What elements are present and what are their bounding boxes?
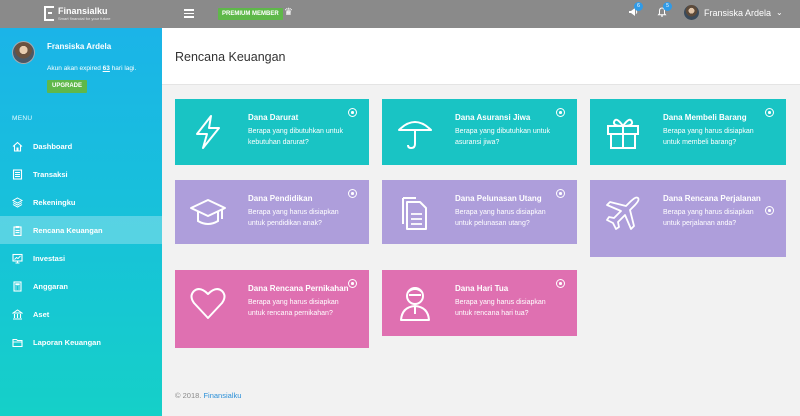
avatar bbox=[684, 5, 699, 20]
sidebar-item-label: Transaksi bbox=[33, 169, 68, 179]
clipboard-icon bbox=[12, 225, 23, 236]
lightning-icon bbox=[189, 113, 227, 151]
card-title: Dana Pelunasan Utang bbox=[455, 194, 542, 203]
menu-heading: MENU bbox=[12, 115, 33, 122]
sidebar-item-investasi[interactable]: Investasi bbox=[0, 244, 162, 272]
top-navbar: Finansialku Smart financial for your fut… bbox=[0, 0, 800, 28]
gear-icon[interactable] bbox=[765, 206, 774, 215]
logo-text: Finansialku bbox=[58, 5, 108, 16]
sidebar-item-label: Laporan Keuangan bbox=[33, 337, 101, 347]
logo-mark-icon bbox=[44, 6, 54, 21]
card-description: Berapa yang dibutuhkan untuk asuransi ji… bbox=[455, 128, 550, 146]
card-description: Berapa yang harus disiapkan untuk peluna… bbox=[455, 209, 546, 227]
account-expiry-text: Akun akan expired 63 hari lagi. bbox=[47, 65, 137, 72]
logo-subtext: Smart financial for your future bbox=[58, 15, 111, 21]
chevron-down-icon: ⌄ bbox=[776, 8, 783, 17]
expiry-days: 63 bbox=[102, 65, 110, 72]
user-name: Fransiska Ardela bbox=[704, 7, 772, 18]
sidebar-item-label: Rencana Keuangan bbox=[33, 225, 103, 235]
card-description: Berapa yang dibutuhkan untuk kebutuhan d… bbox=[248, 128, 343, 146]
heart-icon bbox=[189, 284, 227, 322]
card-description: Berapa yang harus disiapkan untuk pendid… bbox=[248, 209, 339, 227]
sidebar-item-transaksi[interactable]: Transaksi bbox=[0, 160, 162, 188]
user-menu[interactable]: Fransiska Ardela ⌄ bbox=[684, 5, 783, 20]
plan-card-dana-rencana-pernikahan[interactable]: Dana Rencana Pernikahan Berapa yang haru… bbox=[175, 270, 369, 348]
card-title: Dana Pendidikan bbox=[248, 194, 313, 203]
sidebar-item-dashboard[interactable]: Dashboard bbox=[0, 132, 162, 160]
gear-icon[interactable] bbox=[556, 279, 565, 288]
plan-card-dana-darurat[interactable]: Dana Darurat Berapa yang dibutuhkan untu… bbox=[175, 99, 369, 165]
card-description: Berapa yang harus disiapkan untuk rencan… bbox=[455, 299, 546, 317]
umbrella-icon bbox=[396, 113, 434, 151]
sidebar-item-label: Dashboard bbox=[33, 141, 73, 151]
gear-icon[interactable] bbox=[348, 189, 357, 198]
sidebar-item-rekeningku[interactable]: Rekeningku bbox=[0, 188, 162, 216]
main-content: Rencana Keuangan Dana Darurat Berapa yan… bbox=[162, 28, 800, 416]
card-description: Berapa yang harus disiapkan untuk perjal… bbox=[663, 209, 754, 227]
page-header: Rencana Keuangan bbox=[162, 28, 800, 85]
card-description: Berapa yang harus disiapkan untuk membel… bbox=[663, 128, 754, 146]
gift-icon bbox=[604, 113, 642, 151]
layers-icon bbox=[12, 196, 23, 208]
page-title: Rencana Keuangan bbox=[175, 50, 286, 64]
sidebar-item-label: Anggaran bbox=[33, 281, 69, 291]
gear-icon[interactable] bbox=[556, 108, 565, 117]
sidebar-item-aset[interactable]: Aset bbox=[0, 300, 162, 328]
plan-card-dana-asuransi-jiwa[interactable]: Dana Asuransi Jiwa Berapa yang dibutuhka… bbox=[382, 99, 577, 165]
folder-icon bbox=[12, 337, 23, 348]
notification-count-badge: 5 bbox=[663, 2, 672, 11]
elderly-person-icon bbox=[396, 284, 434, 322]
plan-card-dana-pendidikan[interactable]: Dana Pendidikan Berapa yang harus disiap… bbox=[175, 180, 369, 244]
upgrade-button[interactable]: UPGRADE bbox=[47, 80, 88, 93]
bell-icon[interactable]: 5 bbox=[657, 2, 672, 21]
sidebar-item-laporan-keuangan[interactable]: Laporan Keuangan bbox=[0, 328, 162, 356]
brand-logo[interactable]: Finansialku Smart financial for your fut… bbox=[44, 6, 110, 21]
profile-name: Fransiska Ardela bbox=[47, 42, 112, 51]
footer-link[interactable]: Finansialku bbox=[203, 391, 241, 400]
gear-icon[interactable] bbox=[348, 279, 357, 288]
hamburger-menu-icon[interactable] bbox=[184, 9, 194, 18]
plan-card-dana-hari-tua[interactable]: Dana Hari Tua Berapa yang harus disiapka… bbox=[382, 270, 577, 336]
sidebar-item-label: Aset bbox=[33, 309, 50, 319]
plan-card-dana-membeli-barang[interactable]: Dana Membeli Barang Berapa yang harus di… bbox=[590, 99, 786, 165]
sidebar-item-label: Rekeningku bbox=[33, 197, 76, 207]
footer-copyright: © 2018. Finansialku bbox=[175, 391, 242, 400]
sidebar-item-label: Investasi bbox=[33, 253, 66, 263]
ledger-icon bbox=[12, 168, 23, 180]
airplane-icon bbox=[604, 194, 642, 232]
building-icon bbox=[12, 308, 23, 320]
card-description: Berapa yang harus disiapkan untuk rencan… bbox=[248, 299, 339, 317]
plan-card-dana-pelunasan-utang[interactable]: Dana Pelunasan Utang Berapa yang harus d… bbox=[382, 180, 577, 244]
card-title: Dana Rencana Pernikahan bbox=[248, 284, 349, 293]
chart-board-icon bbox=[12, 253, 23, 264]
gear-icon[interactable] bbox=[348, 108, 357, 117]
sidebar-item-anggaran[interactable]: Anggaran bbox=[0, 272, 162, 300]
card-title: Dana Hari Tua bbox=[455, 284, 509, 293]
crown-icon: ♛ bbox=[284, 7, 293, 18]
sidebar: Fransiska Ardela Akun akan expired 63 ha… bbox=[0, 28, 162, 416]
plan-card-dana-rencana-perjalanan[interactable]: Dana Rencana Perjalanan Berapa yang haru… bbox=[590, 180, 786, 257]
documents-icon bbox=[396, 194, 434, 232]
gear-icon[interactable] bbox=[765, 108, 774, 117]
card-title: Dana Rencana Perjalanan bbox=[663, 194, 761, 203]
profile-avatar bbox=[12, 41, 35, 64]
megaphone-icon[interactable]: 6 bbox=[628, 2, 643, 21]
card-title: Dana Membeli Barang bbox=[663, 113, 747, 122]
card-title: Dana Darurat bbox=[248, 113, 299, 122]
card-title: Dana Asuransi Jiwa bbox=[455, 113, 531, 122]
calculator-icon bbox=[12, 280, 23, 292]
gear-icon[interactable] bbox=[556, 189, 565, 198]
sidebar-item-rencana-keuangan[interactable]: Rencana Keuangan bbox=[0, 216, 162, 244]
notification-count-badge: 6 bbox=[634, 2, 643, 11]
home-icon bbox=[12, 141, 23, 152]
premium-member-badge: PREMIUM MEMBER bbox=[218, 8, 283, 20]
graduation-cap-icon bbox=[189, 194, 227, 232]
sidebar-menu: Dashboard Transaksi Rekeningku Rencana K… bbox=[0, 132, 162, 356]
